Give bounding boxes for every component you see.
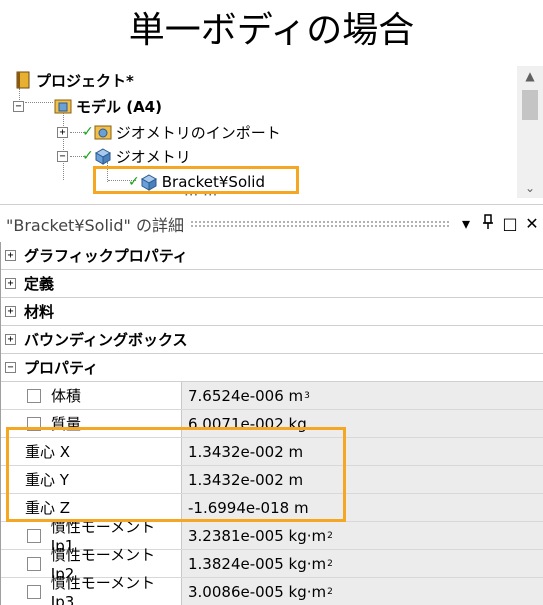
category-material[interactable]: + 材料	[1, 298, 543, 326]
property-value: 1.3824e-005 kg·m	[188, 554, 327, 573]
expand-toggle-icon[interactable]: +	[57, 126, 68, 138]
details-header: "Bracket¥Solid" の詳細 ▾ □ ✕	[0, 204, 543, 242]
check-icon: ✓	[82, 124, 94, 140]
property-name: 慣性モーメント Ip3	[50, 574, 156, 605]
parameter-checkbox[interactable]	[27, 388, 41, 403]
panel-grip[interactable]	[189, 219, 449, 228]
collapse-toggle-icon[interactable]: −	[5, 362, 16, 373]
parameter-checkbox[interactable]	[27, 528, 41, 543]
maximize-icon[interactable]: □	[499, 214, 521, 233]
property-value: 3.0086e-005 kg·m	[188, 582, 327, 601]
highlight-box-body	[93, 166, 299, 194]
category-definition[interactable]: + 定義	[1, 270, 543, 298]
tree-node-geometry-import-label: ジオメトリのインポート	[115, 123, 281, 142]
collapse-toggle-icon[interactable]: −	[57, 150, 68, 162]
category-label: プロパティ	[24, 359, 99, 377]
model-icon	[54, 99, 72, 114]
parameter-checkbox[interactable]	[27, 584, 41, 599]
geometry-icon	[94, 148, 111, 165]
parameter-checkbox[interactable]	[27, 556, 41, 571]
page-title: 単一ボディの場合	[128, 10, 415, 51]
highlight-box-centroid	[6, 427, 346, 522]
close-icon[interactable]: ✕	[521, 214, 543, 233]
property-row-volume[interactable]: 体積 7.6524e-006 m3	[1, 382, 543, 410]
dropdown-icon[interactable]: ▾	[455, 214, 477, 233]
category-label: 材料	[24, 303, 55, 321]
category-properties[interactable]: − プロパティ	[1, 354, 543, 382]
property-grid: + グラフィックプロパティ + 定義 + 材料 + バウンディングボックス − …	[0, 242, 543, 605]
tree-node-geometry-import[interactable]: + ✓ ジオメトリのインポート	[57, 120, 281, 144]
property-name: 体積	[51, 387, 82, 405]
expand-toggle-icon[interactable]: +	[5, 278, 16, 289]
tree-node-geometry-label: ジオメトリ	[115, 147, 191, 166]
property-value: 3.2381e-005 kg·m	[188, 526, 327, 545]
pin-icon[interactable]	[477, 213, 499, 234]
project-book-icon	[16, 71, 30, 89]
scroll-down-icon[interactable]: ⌄	[517, 178, 543, 198]
category-label: 定義	[24, 275, 55, 293]
category-bounding-box[interactable]: + バウンディングボックス	[1, 326, 543, 354]
expand-toggle-icon[interactable]: +	[5, 306, 16, 317]
geometry-import-icon	[94, 125, 112, 140]
category-graphics[interactable]: + グラフィックプロパティ	[1, 242, 543, 270]
scroll-up-icon[interactable]: ▲	[517, 66, 543, 86]
category-label: グラフィックプロパティ	[24, 247, 188, 265]
property-row-moment-ip3[interactable]: 慣性モーメント Ip3 3.0086e-005 kg·m 2	[1, 574, 543, 605]
property-value: 7.6524e-006 m	[188, 386, 304, 405]
tree-scrollbar[interactable]: ▲ ⌄	[517, 66, 543, 198]
details-title: "Bracket¥Solid" の詳細	[6, 215, 184, 235]
tree-node-model[interactable]: − モデル (A4)	[13, 94, 162, 118]
tree-node-geometry[interactable]: − ✓ ジオメトリ	[57, 144, 191, 168]
check-icon: ✓	[82, 148, 94, 164]
tree-node-project-label: プロジェクト*	[36, 71, 134, 90]
expand-toggle-icon[interactable]: +	[5, 250, 16, 261]
expand-toggle-icon[interactable]: +	[5, 334, 16, 345]
tree-node-model-label: モデル (A4)	[76, 97, 162, 116]
scroll-thumb[interactable]	[522, 90, 538, 120]
tree-node-project[interactable]: プロジェクト*	[14, 68, 134, 92]
collapse-toggle-icon[interactable]: −	[13, 100, 24, 112]
category-label: バウンディングボックス	[24, 331, 188, 349]
